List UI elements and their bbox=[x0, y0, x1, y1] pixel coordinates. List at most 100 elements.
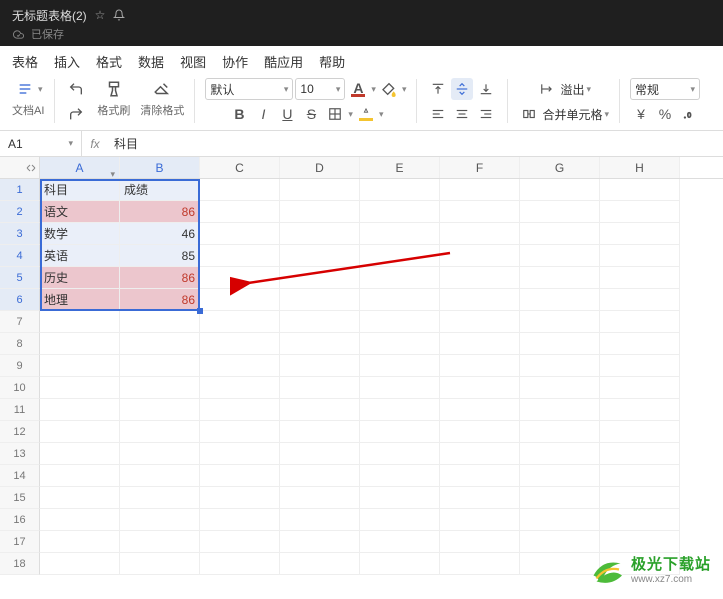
cell[interactable] bbox=[280, 267, 360, 289]
cell[interactable] bbox=[360, 245, 440, 267]
row-header[interactable]: 4 bbox=[0, 245, 40, 267]
cell[interactable] bbox=[600, 333, 680, 355]
row-header[interactable]: 5 bbox=[0, 267, 40, 289]
row-header[interactable]: 8 bbox=[0, 333, 40, 355]
cell[interactable] bbox=[440, 223, 520, 245]
cell[interactable] bbox=[520, 245, 600, 267]
chevron-down-icon[interactable]: ▾ bbox=[402, 84, 407, 95]
cell[interactable] bbox=[280, 245, 360, 267]
name-box[interactable]: A1 ▾ bbox=[0, 131, 82, 156]
merge-cells-label[interactable]: 合并单元格 bbox=[542, 106, 602, 123]
cell[interactable] bbox=[200, 245, 280, 267]
percent-button[interactable]: % bbox=[654, 103, 676, 125]
cell[interactable] bbox=[280, 311, 360, 333]
cell[interactable] bbox=[360, 311, 440, 333]
cell[interactable] bbox=[440, 553, 520, 575]
bell-icon[interactable] bbox=[113, 9, 125, 21]
chevron-down-icon[interactable]: ▾ bbox=[379, 109, 384, 120]
cell[interactable] bbox=[120, 399, 200, 421]
cell[interactable] bbox=[600, 487, 680, 509]
underline-button[interactable]: U bbox=[276, 103, 298, 125]
cell[interactable] bbox=[600, 531, 680, 553]
cell[interactable] bbox=[440, 377, 520, 399]
highlight-button[interactable] bbox=[355, 103, 377, 125]
cell[interactable] bbox=[440, 465, 520, 487]
menu-help[interactable]: 帮助 bbox=[319, 52, 345, 71]
menu-insert[interactable]: 插入 bbox=[54, 52, 80, 71]
font-name-combo[interactable]: 默认 ▾ bbox=[205, 78, 293, 100]
valign-bottom-button[interactable] bbox=[475, 78, 497, 100]
cell[interactable] bbox=[280, 553, 360, 575]
cell[interactable] bbox=[520, 179, 600, 201]
cell[interactable] bbox=[200, 223, 280, 245]
cell[interactable] bbox=[120, 443, 200, 465]
col-header-F[interactable]: F bbox=[440, 157, 520, 178]
cell[interactable] bbox=[40, 465, 120, 487]
cell[interactable] bbox=[40, 487, 120, 509]
cell[interactable] bbox=[280, 355, 360, 377]
cell[interactable]: 科目 bbox=[40, 179, 120, 201]
align-right-button[interactable] bbox=[475, 103, 497, 125]
cell[interactable] bbox=[440, 311, 520, 333]
cell[interactable] bbox=[520, 465, 600, 487]
cell[interactable] bbox=[440, 399, 520, 421]
row-header[interactable]: 17 bbox=[0, 531, 40, 553]
cell[interactable] bbox=[360, 465, 440, 487]
clear-format-label[interactable]: 清除格式 bbox=[140, 102, 184, 118]
doc-ai-label[interactable]: 文档AI bbox=[12, 102, 44, 118]
formula-input[interactable]: 科目 bbox=[108, 135, 723, 152]
font-color-button[interactable]: A bbox=[347, 78, 369, 100]
cell[interactable] bbox=[600, 311, 680, 333]
cell[interactable] bbox=[360, 201, 440, 223]
row-header[interactable]: 13 bbox=[0, 443, 40, 465]
clear-format-icon[interactable] bbox=[150, 78, 174, 100]
cell[interactable] bbox=[120, 355, 200, 377]
cell[interactable] bbox=[600, 509, 680, 531]
row-header[interactable]: 15 bbox=[0, 487, 40, 509]
cell[interactable] bbox=[360, 443, 440, 465]
col-header-A[interactable]: A▾ bbox=[40, 157, 120, 178]
cell[interactable]: 英语 bbox=[40, 245, 120, 267]
cell[interactable] bbox=[120, 421, 200, 443]
cell[interactable] bbox=[40, 399, 120, 421]
cell[interactable] bbox=[520, 421, 600, 443]
cell[interactable] bbox=[280, 289, 360, 311]
cell[interactable] bbox=[200, 377, 280, 399]
row-header[interactable]: 11 bbox=[0, 399, 40, 421]
cell[interactable]: 86 bbox=[120, 201, 200, 223]
cell[interactable] bbox=[280, 179, 360, 201]
cell[interactable] bbox=[280, 443, 360, 465]
cell[interactable] bbox=[600, 267, 680, 289]
star-icon[interactable]: ☆ bbox=[95, 8, 106, 22]
number-format-combo[interactable]: 常规 ▾ bbox=[630, 78, 700, 100]
cell[interactable] bbox=[600, 201, 680, 223]
cell[interactable] bbox=[280, 223, 360, 245]
align-center-button[interactable] bbox=[451, 103, 473, 125]
row-header[interactable]: 10 bbox=[0, 377, 40, 399]
row-header[interactable]: 12 bbox=[0, 421, 40, 443]
cell[interactable] bbox=[200, 399, 280, 421]
cell[interactable] bbox=[600, 465, 680, 487]
cell[interactable] bbox=[440, 421, 520, 443]
cell[interactable] bbox=[440, 289, 520, 311]
fx-icon[interactable]: fx bbox=[82, 137, 108, 151]
cell[interactable] bbox=[200, 421, 280, 443]
cell[interactable] bbox=[520, 201, 600, 223]
cell[interactable] bbox=[40, 333, 120, 355]
cell[interactable] bbox=[440, 509, 520, 531]
currency-button[interactable]: ¥ bbox=[630, 103, 652, 125]
menu-format[interactable]: 格式 bbox=[96, 52, 122, 71]
menu-data[interactable]: 数据 bbox=[138, 52, 164, 71]
chevron-down-icon[interactable]: ▾ bbox=[38, 84, 43, 95]
italic-button[interactable]: I bbox=[252, 103, 274, 125]
border-button[interactable] bbox=[324, 103, 346, 125]
row-header[interactable]: 1 bbox=[0, 179, 40, 201]
cell[interactable]: 成绩 bbox=[120, 179, 200, 201]
row-header[interactable]: 6 bbox=[0, 289, 40, 311]
cell[interactable] bbox=[440, 201, 520, 223]
cell[interactable] bbox=[440, 267, 520, 289]
bold-button[interactable]: B bbox=[228, 103, 250, 125]
merge-cells-icon[interactable] bbox=[518, 103, 540, 125]
cell[interactable] bbox=[520, 531, 600, 553]
cell[interactable] bbox=[600, 399, 680, 421]
